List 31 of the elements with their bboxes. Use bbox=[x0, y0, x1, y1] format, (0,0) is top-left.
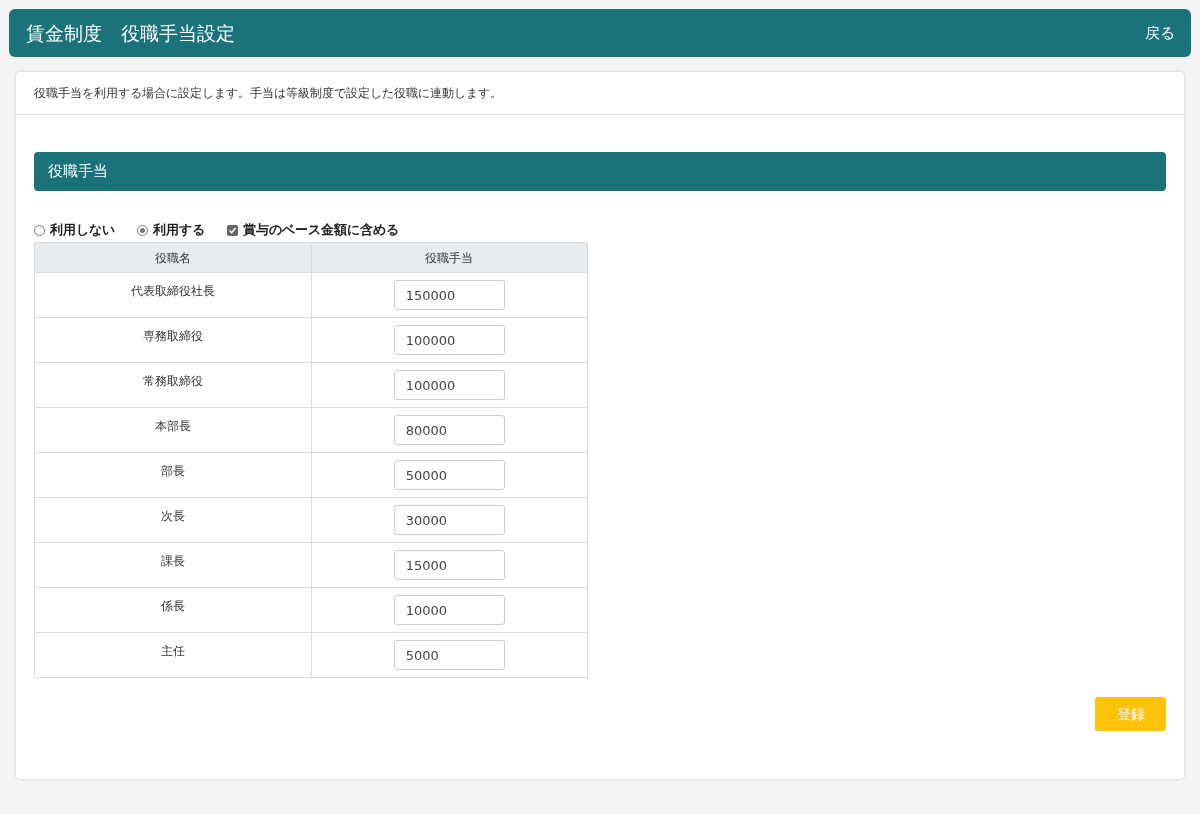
table-cell: 次長 bbox=[34, 497, 311, 543]
radio-label[interactable]: 利用する bbox=[153, 220, 205, 240]
back-link[interactable]: 戻る bbox=[1145, 21, 1175, 45]
table-cell: 常務取締役 bbox=[34, 362, 311, 408]
column-header: 役職名 bbox=[34, 242, 311, 273]
description-text: 役職手当を利用する場合に設定します。手当は等級制度で設定した役職に連動します。 bbox=[34, 85, 502, 102]
table-cell: 係長 bbox=[34, 587, 311, 633]
checkbox[interactable] bbox=[227, 224, 238, 236]
table-cell: 主任 bbox=[34, 632, 311, 678]
amount-input[interactable]: 5000 bbox=[393, 640, 505, 670]
amount-input[interactable]: 15000 bbox=[393, 550, 505, 580]
check-icon bbox=[228, 225, 237, 235]
radio-button[interactable] bbox=[137, 224, 148, 236]
amount-input[interactable]: 10000 bbox=[393, 595, 505, 625]
amount-input[interactable]: 80000 bbox=[393, 415, 505, 445]
column-header: 役職手当 bbox=[311, 242, 588, 273]
table-cell: 部長 bbox=[34, 452, 311, 498]
amount-input[interactable]: 100000 bbox=[393, 325, 505, 355]
table-cell: 専務取締役 bbox=[34, 317, 311, 363]
amount-input[interactable]: 100000 bbox=[393, 370, 505, 400]
amount-input[interactable]: 50000 bbox=[393, 460, 505, 490]
amount-input[interactable]: 150000 bbox=[393, 280, 505, 310]
table-cell: 代表取締役社長 bbox=[34, 272, 311, 318]
section-title: 役職手当 bbox=[48, 161, 108, 183]
checkbox-label[interactable]: 賞与のベース金額に含める bbox=[243, 220, 399, 240]
page-title: 賃金制度 役職手当設定 bbox=[26, 20, 235, 46]
radio-button[interactable] bbox=[34, 224, 45, 236]
radio-label[interactable]: 利用しない bbox=[50, 220, 115, 240]
table-cell: 本部長 bbox=[34, 407, 311, 453]
amount-input[interactable]: 30000 bbox=[393, 505, 505, 535]
table-cell: 課長 bbox=[34, 542, 311, 588]
